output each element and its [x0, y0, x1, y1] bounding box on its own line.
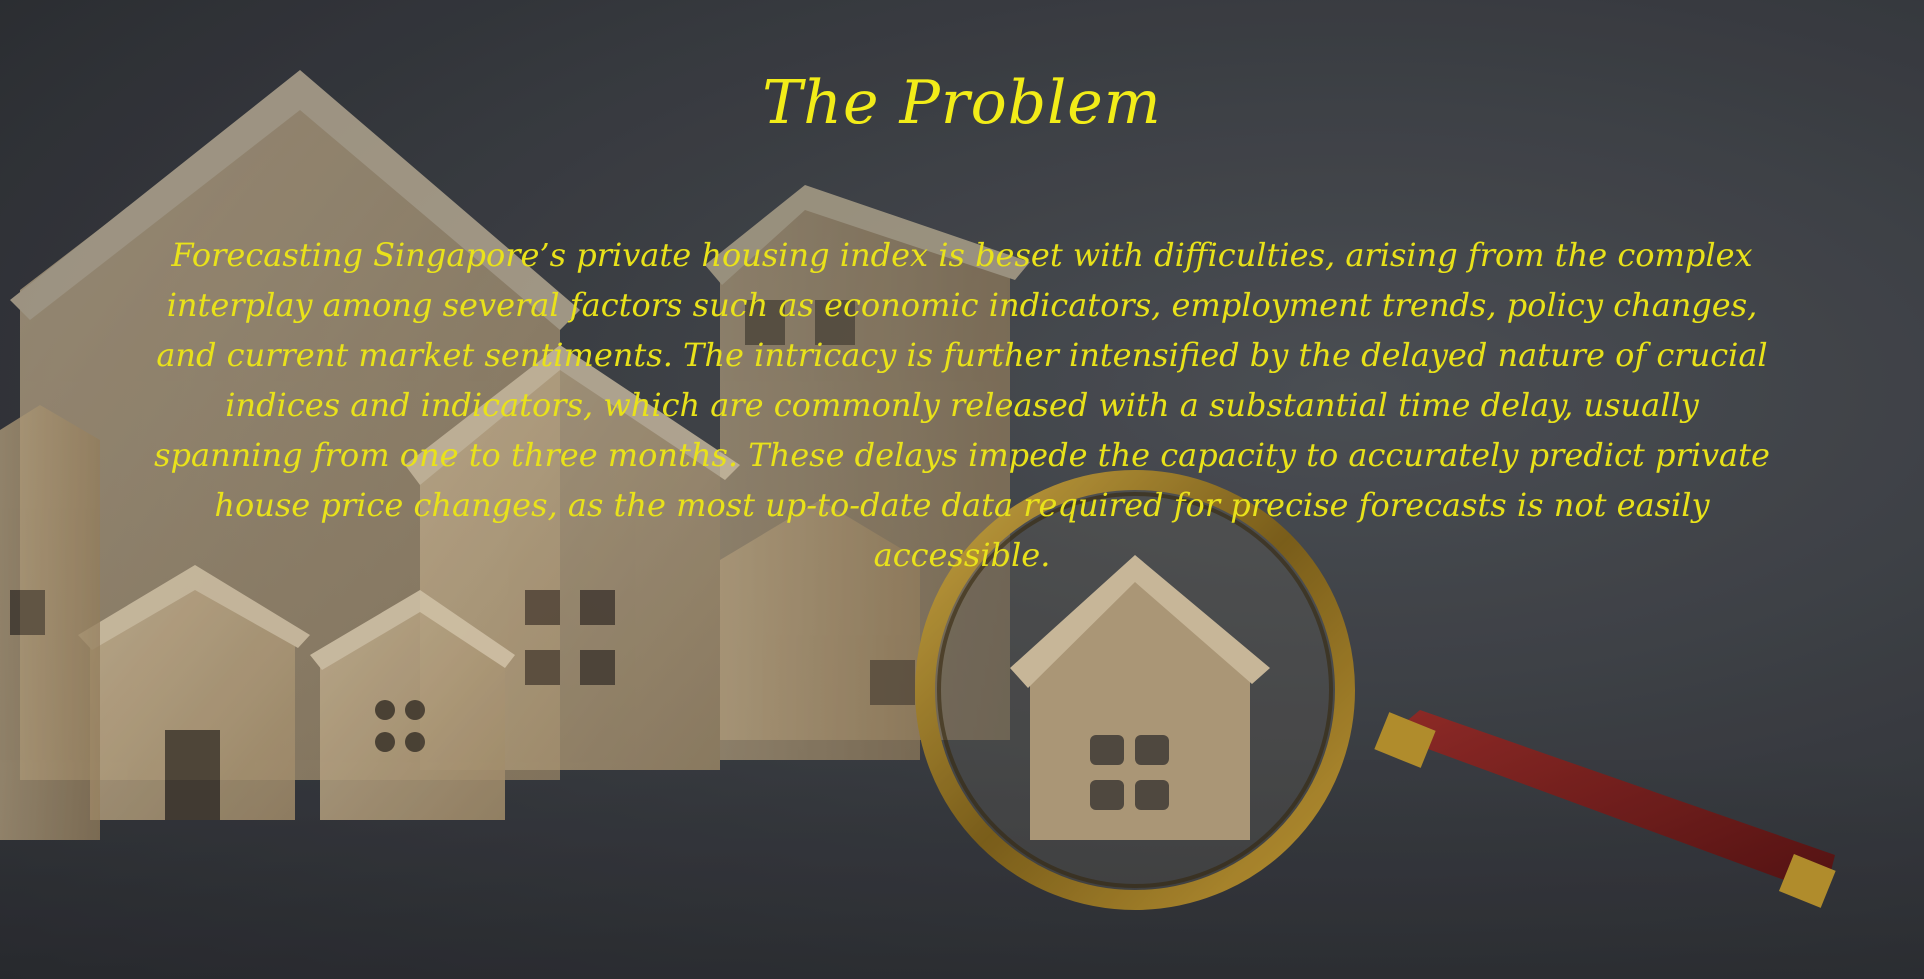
slide-title: The Problem: [762, 68, 1162, 138]
slide-body-text: Forecasting Singapore’s private housing …: [154, 236, 1770, 574]
slide: The Problem Forecasting Singapore’s priv…: [0, 0, 1924, 979]
